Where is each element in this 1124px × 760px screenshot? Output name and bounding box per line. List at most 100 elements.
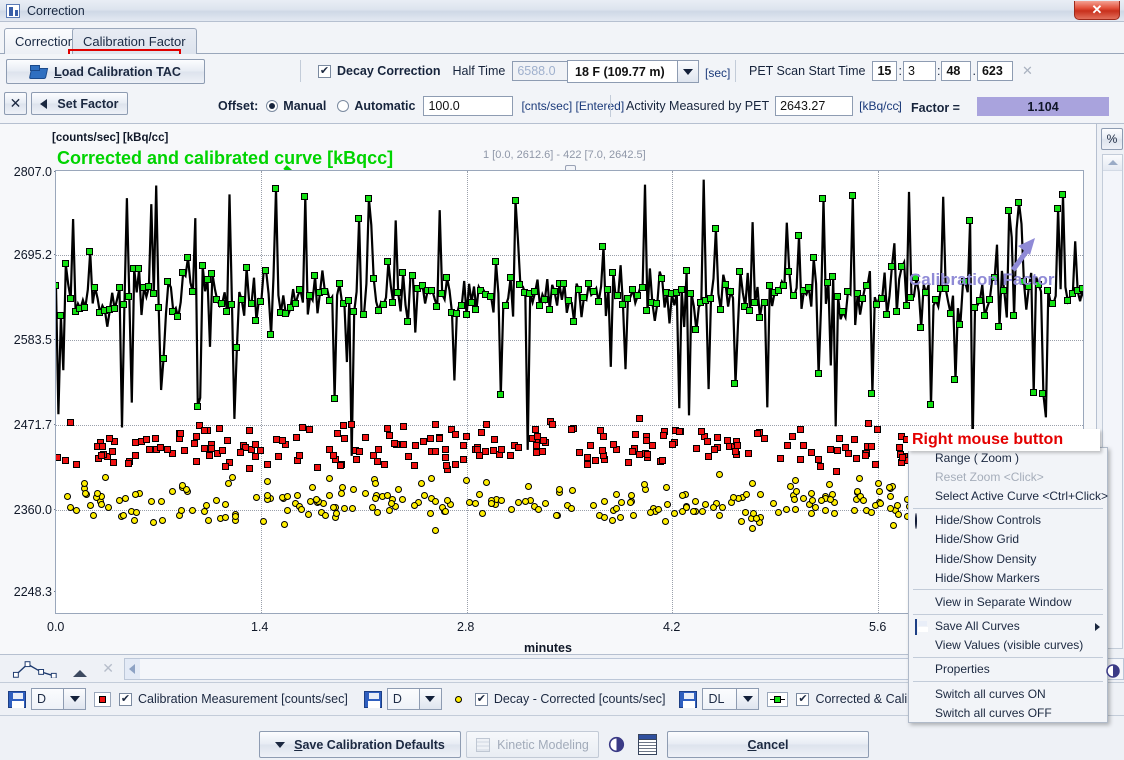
display-mode-dropdown[interactable]: D xyxy=(386,688,442,710)
menu-item-select-active-curve-ctrl-click[interactable]: Select Active Curve <Ctrl+Click> xyxy=(909,486,1108,505)
legend-visibility-checkbox[interactable]: ✔ xyxy=(796,692,810,706)
x-tick-label: 5.6 xyxy=(869,620,887,634)
offset-value-field[interactable]: 100.0 xyxy=(423,96,514,116)
y-tick-label: 2248.3 xyxy=(13,585,52,599)
load-calibration-tac-button[interactable]: Load Calibration TAC xyxy=(6,59,205,84)
properties-icon[interactable] xyxy=(1105,663,1121,679)
data-point-yellow xyxy=(617,498,625,506)
half-time-unit: [sec] xyxy=(705,66,731,80)
set-factor-button[interactable]: Set Factor xyxy=(31,92,128,115)
legend-visibility-checkbox[interactable]: ✔ xyxy=(474,692,488,706)
data-point-green xyxy=(345,297,353,305)
pet-start-second-field[interactable]: 48 xyxy=(941,61,972,81)
data-point-green xyxy=(824,279,832,287)
data-point-green xyxy=(81,303,89,311)
chart-context-menu[interactable]: Range ( Zoom ) Reset Zoom <Click> Select A… xyxy=(908,447,1108,724)
data-point-red xyxy=(745,449,753,457)
data-point-red xyxy=(490,436,498,444)
data-point-red xyxy=(218,446,226,454)
offset-manual-radio[interactable] xyxy=(266,100,279,112)
marker-swatch-green-line[interactable] xyxy=(767,691,789,707)
data-point-red xyxy=(477,429,485,437)
legend-item-calibration-measurement[interactable]: D ✔ Calibration Measurement [counts/sec] xyxy=(0,683,348,716)
triangle-icon[interactable] xyxy=(73,661,89,677)
chevron-down-icon[interactable] xyxy=(677,61,698,82)
menu-item-properties[interactable]: Properties xyxy=(909,660,1107,679)
data-point-red xyxy=(341,435,349,443)
scroll-up-icon[interactable] xyxy=(1103,155,1122,171)
curve-icon[interactable] xyxy=(12,660,57,678)
offset-automatic-radio[interactable] xyxy=(337,100,350,112)
save-calibration-defaults-button[interactable]: Save Calibration Defaults xyxy=(259,731,461,758)
pet-start-clear-icon[interactable]: ✕ xyxy=(1022,63,1033,79)
data-point-red xyxy=(193,432,201,440)
data-point-green xyxy=(291,299,299,307)
pet-start-minute-field[interactable]: 3 xyxy=(902,61,936,81)
chevron-down-icon[interactable] xyxy=(63,689,85,709)
data-point-red xyxy=(600,432,608,440)
pet-start-ms-field[interactable]: 623 xyxy=(976,61,1013,81)
contrast-icon[interactable] xyxy=(608,736,625,753)
data-point-green xyxy=(780,281,788,289)
data-point-green xyxy=(257,297,265,305)
tab-calibration-factor[interactable]: Calibration Factor xyxy=(72,28,197,54)
decay-correction-checkbox[interactable]: ✔ xyxy=(318,64,331,78)
data-point-red xyxy=(99,443,107,451)
data-point-red xyxy=(426,435,434,442)
activity-value-field[interactable]: 2643.27 xyxy=(775,96,854,116)
scroll-left-icon[interactable] xyxy=(124,658,140,679)
menu-item-view-in-separate-window[interactable]: View in Separate Window xyxy=(909,592,1107,611)
menu-item-switch-all-curves-on[interactable]: Switch all curves ON xyxy=(909,684,1107,703)
data-point-yellow xyxy=(420,491,428,499)
data-point-green xyxy=(149,289,157,297)
data-point-green xyxy=(540,296,548,304)
menu-item-hide-show-markers[interactable]: Hide/Show Markers xyxy=(909,568,1107,587)
data-point-yellow xyxy=(525,482,533,490)
menu-item-save-all-curves[interactable]: Save All Curves xyxy=(909,617,1107,636)
data-point-green xyxy=(619,301,627,309)
menu-item-hide-show-controls[interactable]: Hide/Show Controls xyxy=(909,511,1107,530)
chevron-down-icon[interactable] xyxy=(418,689,441,709)
data-point-green xyxy=(428,286,436,294)
table-view-icon[interactable] xyxy=(638,734,657,755)
data-point-green xyxy=(325,296,333,304)
menu-item-hide-show-density[interactable]: Hide/Show Density xyxy=(909,549,1107,568)
save-icon[interactable] xyxy=(363,690,382,708)
data-point-yellow xyxy=(213,496,221,504)
close-icon[interactable]: ✕ xyxy=(102,660,114,677)
marker-swatch-red-square[interactable] xyxy=(94,691,111,707)
data-point-yellow xyxy=(427,474,435,482)
data-point-green xyxy=(262,267,270,275)
data-point-yellow xyxy=(394,486,402,494)
data-point-yellow xyxy=(522,497,530,505)
menu-item-hide-show-grid[interactable]: Hide/Show Grid xyxy=(909,530,1107,549)
chevron-down-icon[interactable] xyxy=(736,689,759,709)
cancel-button[interactable]: Cancel xyxy=(667,731,869,758)
save-icon[interactable] xyxy=(679,690,698,708)
data-point-red xyxy=(777,455,785,463)
percent-button[interactable]: % xyxy=(1101,128,1123,150)
menu-separator xyxy=(913,589,1103,591)
legend-visibility-checkbox[interactable]: ✔ xyxy=(119,692,132,706)
legend-label: Decay - Corrected [counts/sec] xyxy=(493,692,666,706)
display-mode-dropdown[interactable]: D xyxy=(31,688,86,710)
data-point-green xyxy=(174,313,182,321)
data-point-green xyxy=(208,269,216,277)
marker-swatch-yellow-circle[interactable] xyxy=(450,692,467,707)
menu-item-view-values-visible-curves[interactable]: View Values (visible curves) xyxy=(909,636,1107,655)
display-mode-dropdown[interactable]: DL xyxy=(702,688,760,710)
data-point-green xyxy=(692,326,700,334)
save-icon[interactable] xyxy=(8,690,26,708)
data-point-red xyxy=(216,424,224,432)
close-icon[interactable]: ✕ xyxy=(1074,1,1120,20)
legend-item-decay-corrected[interactable]: D ✔ Decay - Corrected [counts/sec] xyxy=(363,683,666,716)
data-point-green xyxy=(609,268,617,276)
menu-item-switch-all-curves-off[interactable]: Switch all curves OFF xyxy=(909,703,1107,722)
data-point-yellow xyxy=(698,507,706,515)
pet-start-hour-field[interactable]: 15 xyxy=(872,61,898,81)
data-point-green xyxy=(452,310,460,318)
clear-factor-button[interactable]: ✕ xyxy=(4,92,27,115)
isotope-dropdown[interactable]: 18 F (109.77 m) xyxy=(567,60,699,83)
data-point-yellow xyxy=(616,514,624,522)
data-point-red xyxy=(384,425,392,433)
